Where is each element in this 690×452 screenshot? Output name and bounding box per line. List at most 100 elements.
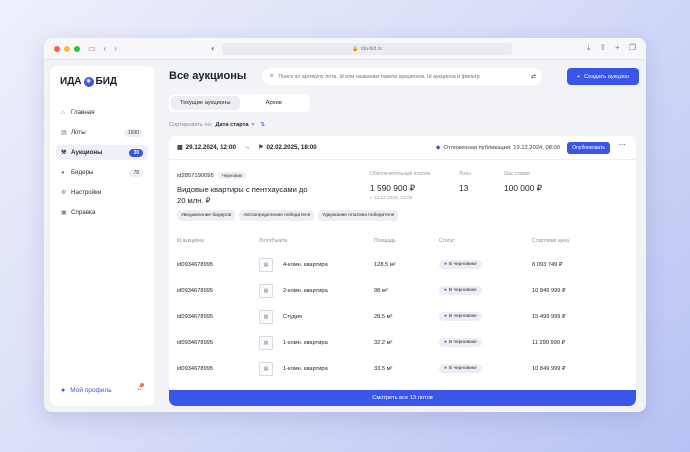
table-row[interactable]: id0934678995 ▦ 1-комн. квартира 32.2 м² … xyxy=(169,332,636,358)
sidebar-item-home[interactable]: ⌂ Главная xyxy=(56,105,148,120)
logo-text-left: ИДА xyxy=(60,76,82,87)
column-header: Стартовая цена xyxy=(532,238,569,244)
deposit-value: 1 590 900 ₽ xyxy=(370,183,415,193)
lot-id-row: id2857190095 Черновик xyxy=(177,172,247,179)
download-icon[interactable]: ⤓ xyxy=(587,43,591,53)
lots-label: Лоты xyxy=(459,171,471,177)
option-chip: Уведомление бидеров xyxy=(177,210,236,221)
flag-icon: ⚑ xyxy=(258,145,264,151)
row-name: Студия xyxy=(283,314,303,320)
app-logo[interactable]: ИДА ✳ БИД xyxy=(60,76,154,87)
lot-title: Видовые квартиры с пентхаусами до 20 млн… xyxy=(177,185,308,205)
row-id: id0934678995 xyxy=(177,314,214,320)
column-header: Лот/объекта xyxy=(259,238,288,244)
sidebar-item-bidders[interactable]: ● Бидеры 78 xyxy=(56,165,148,180)
row-status: ● В черновике xyxy=(439,286,482,295)
lot-id: id2857190095 xyxy=(177,172,214,179)
sidebar-toggle-icon[interactable]: ▭ xyxy=(88,44,96,53)
sidebar-item-label: Бидеры xyxy=(71,169,94,176)
row-id: id0934678995 xyxy=(177,366,214,372)
more-icon[interactable]: ··· xyxy=(619,142,626,149)
main-content: Все аукционы ⌕ Поиск по артикулу лота, I… xyxy=(169,60,639,412)
zoom-window-dot[interactable] xyxy=(74,45,80,52)
sidebar-item-lots[interactable]: ▤ Лоты 1690 xyxy=(56,125,148,140)
create-auction-button[interactable]: + Создать аукцион xyxy=(567,68,639,85)
forward-icon[interactable]: › xyxy=(114,44,117,53)
sidebar-nav: ⌂ Главная ▤ Лоты 1690 ⚒ Аукционы 30 ● Би… xyxy=(50,105,154,220)
sidebar-item-settings[interactable]: ⚙ Настройки xyxy=(56,185,148,200)
table-row[interactable]: id0934678995 ▦ Студия 28.5 м² ● В чернови… xyxy=(169,306,636,332)
row-price: 10 849 999 ₽ xyxy=(532,366,566,372)
address-bar[interactable]: 🔒 ida-bid.ru xyxy=(222,43,512,55)
table-row[interactable]: id0934678995 ▦ 4-комн. квартира 128.5 м²… xyxy=(169,254,636,280)
count-badge: 78 xyxy=(129,168,143,177)
step-label: Шаг ставки xyxy=(504,171,530,177)
deferred-publication: ◆ Отложенная публикация: 19.12.2024, 08:… xyxy=(436,144,560,152)
row-id: id0934678995 xyxy=(177,262,214,268)
tab-archive[interactable]: Архив xyxy=(240,96,309,110)
back-icon[interactable]: ‹ xyxy=(104,44,107,53)
view-all-lots-button[interactable]: Смотреть все 13 лотов xyxy=(169,390,636,406)
page-title: Все аукционы xyxy=(169,70,247,82)
floorplan-icon: ▦ xyxy=(259,362,273,376)
floorplan-icon: ▦ xyxy=(259,258,273,272)
option-chip: Автоопределение победителя xyxy=(239,210,315,221)
count-badge: 1690 xyxy=(123,128,143,137)
deferred-text: Отложенная публикация: 19.12.2024, 08:00 xyxy=(443,144,560,151)
plus-icon: + xyxy=(576,73,581,80)
count-badge: 30 xyxy=(129,148,143,157)
row-id: id0934678995 xyxy=(177,288,214,294)
calendar-icon: ▦ xyxy=(177,145,183,151)
share-icon[interactable]: ⇪ xyxy=(599,43,606,53)
search-input[interactable]: ⌕ Поиск по артикулу лота, Id или названи… xyxy=(262,68,542,85)
deposit-sub: с 13.12.2024, 18:00 xyxy=(370,196,413,201)
column-header: Площадь xyxy=(374,238,396,244)
notification-dot xyxy=(140,383,144,387)
floorplan-icon: ▦ xyxy=(259,284,273,298)
row-area: 32.2 м² xyxy=(374,340,393,346)
chevron-down-icon: ▾ xyxy=(251,122,255,128)
table-row[interactable]: id0934678995 ▦ 2-комн. квартира 98 м² ● В… xyxy=(169,280,636,306)
row-name: 1-комн. квартира xyxy=(283,340,328,346)
create-auction-label: Создать аукцион xyxy=(584,73,630,80)
row-status: ● В черновике xyxy=(439,260,482,269)
sidebar-item-label: Настройки xyxy=(71,189,102,196)
end-date: 02.02.2025, 18:00 xyxy=(266,144,317,151)
gear-icon: ⚙ xyxy=(61,190,67,196)
profile-label: Мой профиль xyxy=(70,386,112,394)
row-name: 4-комн. квартира xyxy=(283,262,328,268)
user-icon: ● xyxy=(61,386,66,394)
close-window-dot[interactable] xyxy=(54,45,60,52)
browser-window: ▭ ‹ › ◐ 🔒 ida-bid.ru ⤓ ⇪ + ❐ ИДА ✳ БИД ⌂… xyxy=(44,38,646,412)
row-name: 2-комн. квартира xyxy=(283,288,328,294)
tabs-overview-icon[interactable]: ❐ xyxy=(629,43,636,53)
sidebar-item-label: Аукционы xyxy=(71,149,103,156)
table-row[interactable]: id0934678995 ▦ 1-комн. квартира 33.5 м² … xyxy=(169,358,636,384)
privacy-shield-icon[interactable]: ◐ xyxy=(211,44,216,53)
filter-icon[interactable]: ⇄ xyxy=(531,73,536,80)
sidebar-item-help[interactable]: ▣ Справка xyxy=(56,205,148,220)
sort-order-icon[interactable]: ⇅ xyxy=(260,122,265,128)
auction-options: Уведомление бидеров Автоопределение побе… xyxy=(177,210,399,221)
row-status: ● В черновике xyxy=(439,338,482,347)
minimize-window-dot[interactable] xyxy=(64,45,70,52)
lock-icon: 🔒 xyxy=(351,46,359,52)
new-tab-icon[interactable]: + xyxy=(615,43,620,53)
option-chip: Удержание платежа победителя xyxy=(318,210,399,221)
sort-control[interactable]: Сортировать по: Дата старта ▾ ⇅ xyxy=(169,122,265,128)
logo-mark-icon: ✳ xyxy=(83,76,94,87)
start-date: 29.12.2024, 12:00 xyxy=(185,144,236,151)
row-price: 11 299 999 ₽ xyxy=(532,340,566,346)
publish-button[interactable]: Опубликовать xyxy=(567,142,610,154)
sidebar-item-auctions[interactable]: ⚒ Аукционы 30 xyxy=(56,145,148,160)
help-icon: ▣ xyxy=(61,210,67,216)
floorplan-icon: ▦ xyxy=(259,336,273,350)
lots-icon: ▤ xyxy=(61,130,67,136)
tab-current[interactable]: Текущие аукционы xyxy=(171,96,240,110)
row-area: 33.5 м² xyxy=(374,366,393,372)
row-price: 10 849 999 ₽ xyxy=(532,288,566,294)
sidebar-item-label: Главная xyxy=(71,109,95,116)
auction-card-header: ▦ 29.12.2024, 12:00 → ⚑ 02.02.2025, 18:0… xyxy=(169,136,636,160)
deposit-label: Обеспечительный платеж xyxy=(370,171,431,177)
profile-link[interactable]: ● Мой профиль ♫ xyxy=(56,382,148,398)
